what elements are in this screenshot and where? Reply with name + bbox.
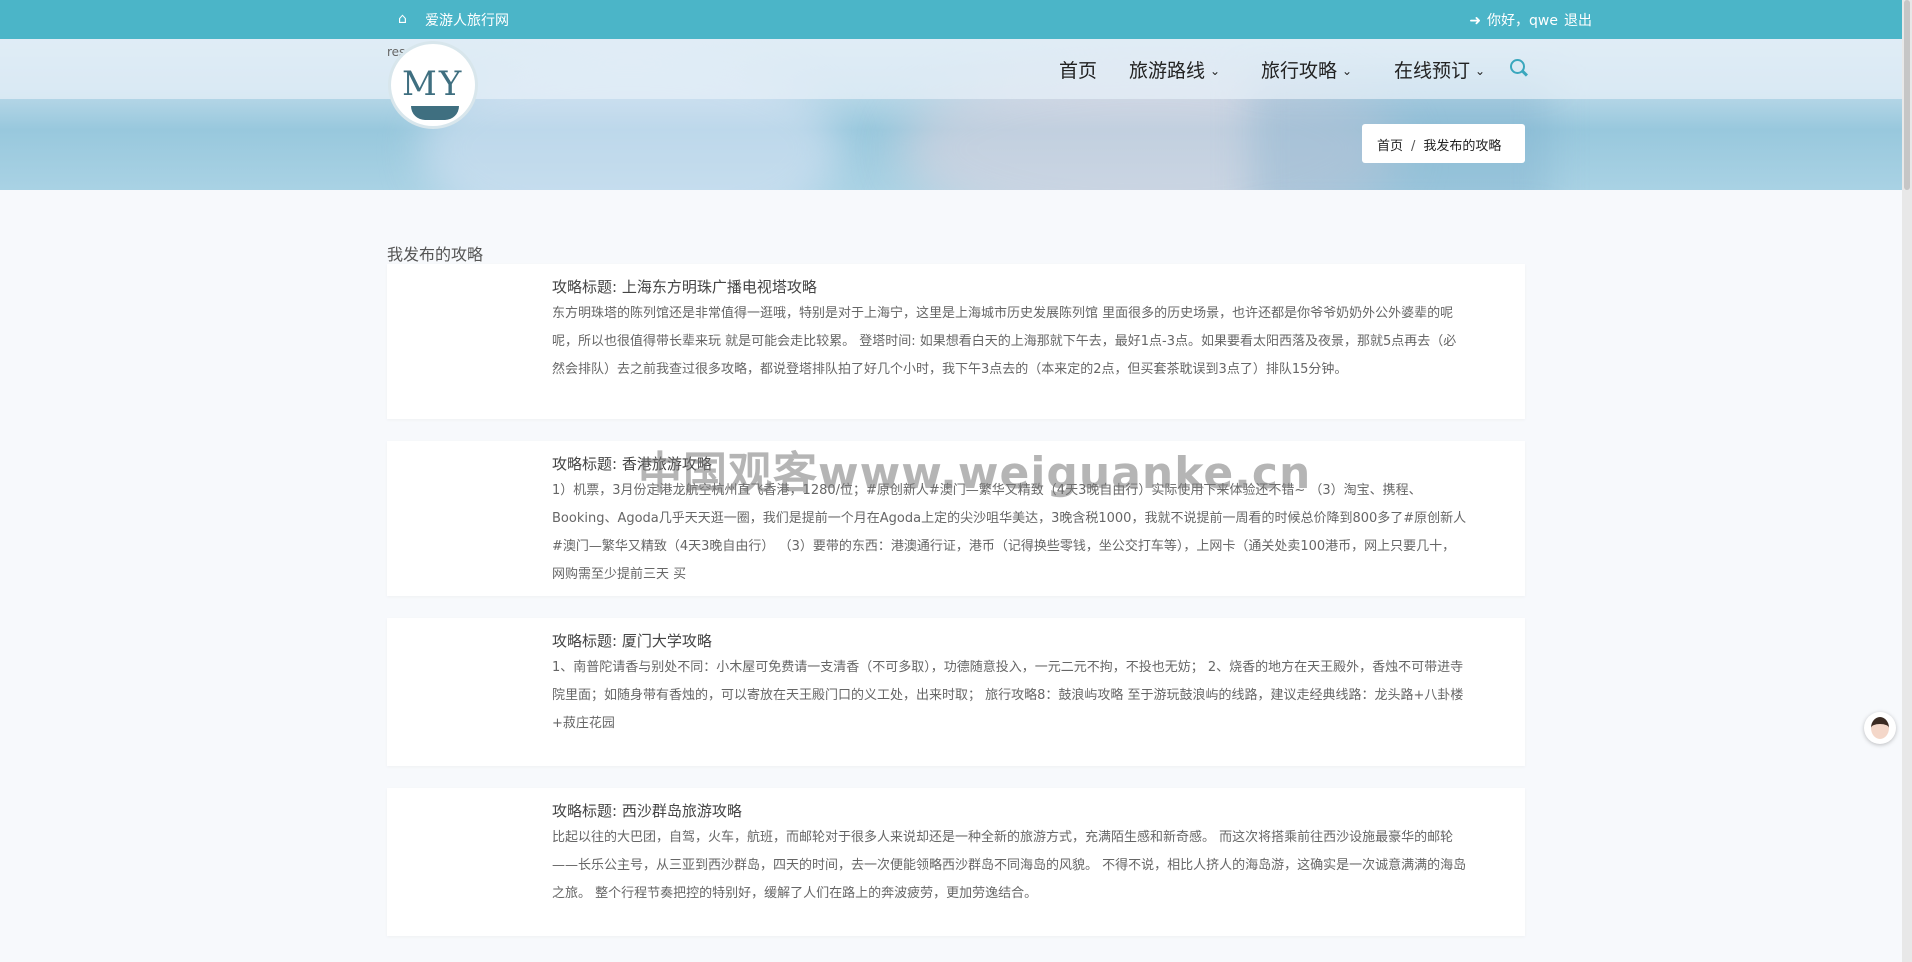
chevron-down-icon: ⌄	[1475, 64, 1486, 78]
guide-summary: 1、南普陀请香与别处不同：小木屋可免费请一支清香（不可多取），功德随意投入，一元…	[552, 660, 1464, 731]
nav-strip	[0, 39, 1902, 99]
sign-in-icon: ➜	[1469, 13, 1482, 29]
guide-item[interactable]: 攻略标题: 上海东方明珠广播电视塔攻略 东方明珠塔的陈列馆还是非常值得一逛哦，特…	[387, 264, 1525, 419]
nav-online-booking[interactable]: 在线预订 ⌄	[1394, 56, 1485, 83]
chevron-down-icon: ⌄	[1342, 64, 1353, 78]
breadcrumb-current: 我发布的攻略	[1423, 139, 1502, 154]
greeting-text[interactable]: 你好，qwe	[1487, 13, 1558, 29]
nav-home[interactable]: 首页	[1059, 56, 1097, 83]
chevron-down-icon: ⌄	[1210, 64, 1221, 78]
customer-service-avatar-icon[interactable]	[1864, 712, 1896, 744]
page-title: 我发布的攻略	[387, 245, 484, 264]
guide-summary: 比起以往的大巴团，自驾，火车，航班，而邮轮对于很多人来说却还是一种全新的旅游方式…	[552, 830, 1467, 901]
guide-title[interactable]: 攻略标题: 西沙群岛旅游攻略	[552, 800, 742, 821]
nav-travel-guides[interactable]: 旅行攻略 ⌄	[1261, 56, 1352, 83]
nav-travel-routes[interactable]: 旅游路线 ⌄	[1129, 56, 1220, 83]
scrollbar[interactable]	[1902, 0, 1912, 962]
breadcrumb-home[interactable]: 首页	[1377, 139, 1403, 154]
user-area: ➜ 你好，qwe 退出	[1463, 10, 1592, 30]
home-icon[interactable]: ⌂	[398, 11, 407, 27]
site-name-link[interactable]: 爱游人旅行网	[425, 10, 509, 30]
guide-title[interactable]: 攻略标题: 上海东方明珠广播电视塔攻略	[552, 276, 817, 297]
guide-item[interactable]: 攻略标题: 厦门大学攻略 1、南普陀请香与别处不同：小木屋可免费请一支清香（不可…	[387, 618, 1525, 766]
search-icon[interactable]	[1510, 59, 1525, 74]
site-logo[interactable]: MY	[388, 41, 478, 129]
guide-item[interactable]: 攻略标题: 西沙群岛旅游攻略 比起以往的大巴团，自驾，火车，航班，而邮轮对于很多…	[387, 788, 1525, 936]
logout-link[interactable]: 退出	[1564, 13, 1592, 29]
watermark: 中国观客www.weiguanke.cn	[638, 448, 1312, 499]
logo-text: MY	[402, 64, 464, 104]
guide-summary: 东方明珠塔的陈列馆还是非常值得一逛哦，特别是对于上海宁，这里是上海城市历史发展陈…	[552, 306, 1457, 377]
guide-title[interactable]: 攻略标题: 厦门大学攻略	[552, 630, 712, 651]
breadcrumb: 首页 / 我发布的攻略	[1362, 124, 1525, 163]
top-bar: ⌂ 爱游人旅行网 ➜ 你好，qwe 退出	[0, 0, 1902, 39]
